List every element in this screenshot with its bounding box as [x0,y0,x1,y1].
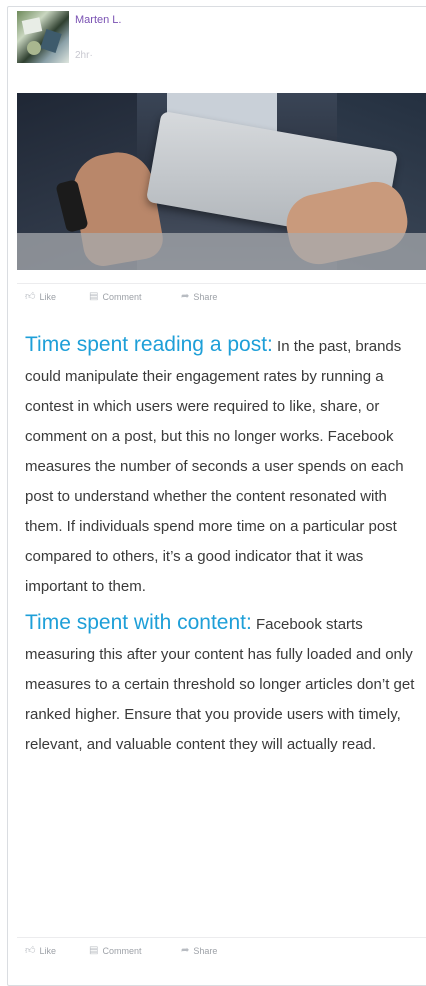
thumbs-up-icon: 👍︎ [25,945,36,956]
share-arrow-icon: ➦ [181,291,190,302]
article-body: Time spent reading a post: In the past, … [25,330,426,760]
section-heading: Time spent reading a post: [25,333,273,356]
divider [17,937,426,938]
like-label: Like [39,292,56,302]
author-name[interactable]: Marten L. [75,14,121,26]
section-heading: Time spent with content: [25,611,252,634]
post-image[interactable] [17,93,426,270]
comment-button[interactable]: ▤ Comment [89,291,142,303]
comment-label: Comment [102,292,142,302]
section-text: Facebook starts measuring this after you… [25,616,415,753]
divider [17,283,426,284]
comment-icon: ▤ [89,945,99,956]
section-text: In the past, brands could manipulate the… [25,338,404,595]
section-reading-time: Time spent reading a post: In the past, … [25,330,426,602]
share-label: Share [193,946,218,956]
avatar[interactable] [17,11,69,63]
like-button[interactable]: 👍︎ Like [25,291,56,303]
like-label: Like [39,946,56,956]
thumbs-up-icon: 👍︎ [25,291,36,302]
share-button[interactable]: ➦ Share [181,945,218,957]
share-label: Share [193,292,218,302]
like-button[interactable]: 👍︎ Like [25,945,56,957]
share-button[interactable]: ➦ Share [181,291,218,303]
share-arrow-icon: ➦ [181,945,190,956]
comment-label: Comment [102,946,142,956]
section-content-time: Time spent with content: Facebook starts… [25,608,426,760]
comment-button[interactable]: ▤ Comment [89,945,142,957]
comment-icon: ▤ [89,291,99,302]
post-timestamp: 2hr· [75,50,93,61]
